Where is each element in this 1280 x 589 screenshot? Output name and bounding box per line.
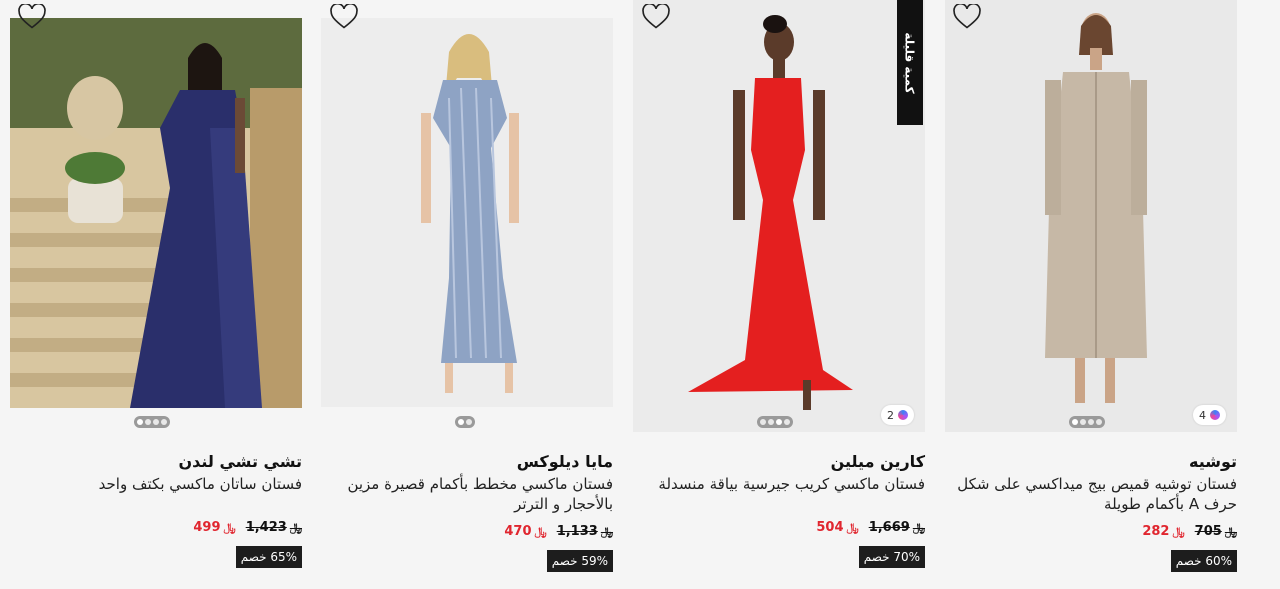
- riyal-icon: ﷼: [912, 521, 925, 534]
- riyal-icon: ﷼: [289, 521, 302, 534]
- discount-badge: 70% خصم: [858, 546, 925, 568]
- product-title[interactable]: فستان ساتان ماكسي بكتف واحد: [10, 474, 302, 494]
- sale-price: ﷼282: [1142, 524, 1185, 539]
- color-options[interactable]: 2: [881, 405, 914, 425]
- brand-name: تشي تشي لندن: [178, 452, 302, 471]
- low-stock-badge: كمية قليلة: [897, 0, 923, 125]
- heart-outline-icon: [330, 2, 358, 29]
- product-card[interactable]: 4 توشيه فستان توشيه قميص بيج ميداكسي على…: [945, 0, 1237, 589]
- product-card[interactable]: مايا ديلوكس فستان ماكسي مخطط بأكمام قصير…: [321, 0, 613, 589]
- brand-name: توشيه: [1188, 452, 1237, 471]
- image-carousel-dots[interactable]: [1069, 416, 1105, 428]
- discount-badge: 60% خصم: [1170, 550, 1237, 572]
- old-price: ﷼1,669: [868, 520, 925, 535]
- sale-price: ﷼470: [504, 524, 547, 539]
- riyal-icon: ﷼: [223, 521, 236, 534]
- product-card[interactable]: تشي تشي لندن فستان ساتان ماكسي بكتف واحد…: [10, 0, 302, 589]
- old-price: ﷼1,133: [556, 524, 613, 539]
- heart-outline-icon: [953, 2, 981, 29]
- discount-badge: 59% خصم: [546, 550, 613, 572]
- heart-outline-icon: [642, 2, 670, 29]
- riyal-icon: ﷼: [534, 525, 547, 538]
- old-price: ﷼705: [1194, 524, 1237, 539]
- riyal-icon: ﷼: [846, 521, 859, 534]
- wishlist-button[interactable]: [642, 2, 670, 30]
- product-image[interactable]: [321, 18, 613, 407]
- wishlist-button[interactable]: [18, 2, 46, 30]
- sale-price: ﷼499: [193, 520, 236, 535]
- product-image[interactable]: [633, 0, 925, 432]
- product-title[interactable]: فستان توشيه قميص بيج ميداكسي على شكل حرف…: [945, 474, 1237, 514]
- image-carousel-dots[interactable]: [757, 416, 793, 428]
- color-options[interactable]: 4: [1193, 405, 1226, 425]
- product-image[interactable]: [10, 18, 302, 408]
- product-title[interactable]: فستان ماكسي كريب جيرسية بياقة منسدلة: [633, 474, 925, 494]
- color-swatch-icon: [898, 410, 908, 420]
- product-image[interactable]: [945, 0, 1237, 432]
- product-card[interactable]: كمية قليلة 2 كارين ميلين فستان ماكسي كري…: [633, 0, 925, 589]
- image-carousel-dots[interactable]: [455, 416, 475, 428]
- image-carousel-dots[interactable]: [134, 416, 170, 428]
- wishlist-button[interactable]: [953, 2, 981, 30]
- brand-name: كارين ميلين: [830, 452, 925, 471]
- color-swatch-icon: [1210, 410, 1220, 420]
- product-title[interactable]: فستان ماكسي مخطط بأكمام قصيرة مزين بالأح…: [321, 474, 613, 514]
- old-price: ﷼1,423: [245, 520, 302, 535]
- wishlist-button[interactable]: [330, 2, 358, 30]
- riyal-icon: ﷼: [600, 525, 613, 538]
- sale-price: ﷼504: [816, 520, 859, 535]
- brand-name: مايا ديلوكس: [516, 452, 613, 471]
- heart-outline-icon: [18, 2, 46, 29]
- discount-badge: 65% خصم: [235, 546, 302, 568]
- riyal-icon: ﷼: [1224, 525, 1237, 538]
- riyal-icon: ﷼: [1172, 525, 1185, 538]
